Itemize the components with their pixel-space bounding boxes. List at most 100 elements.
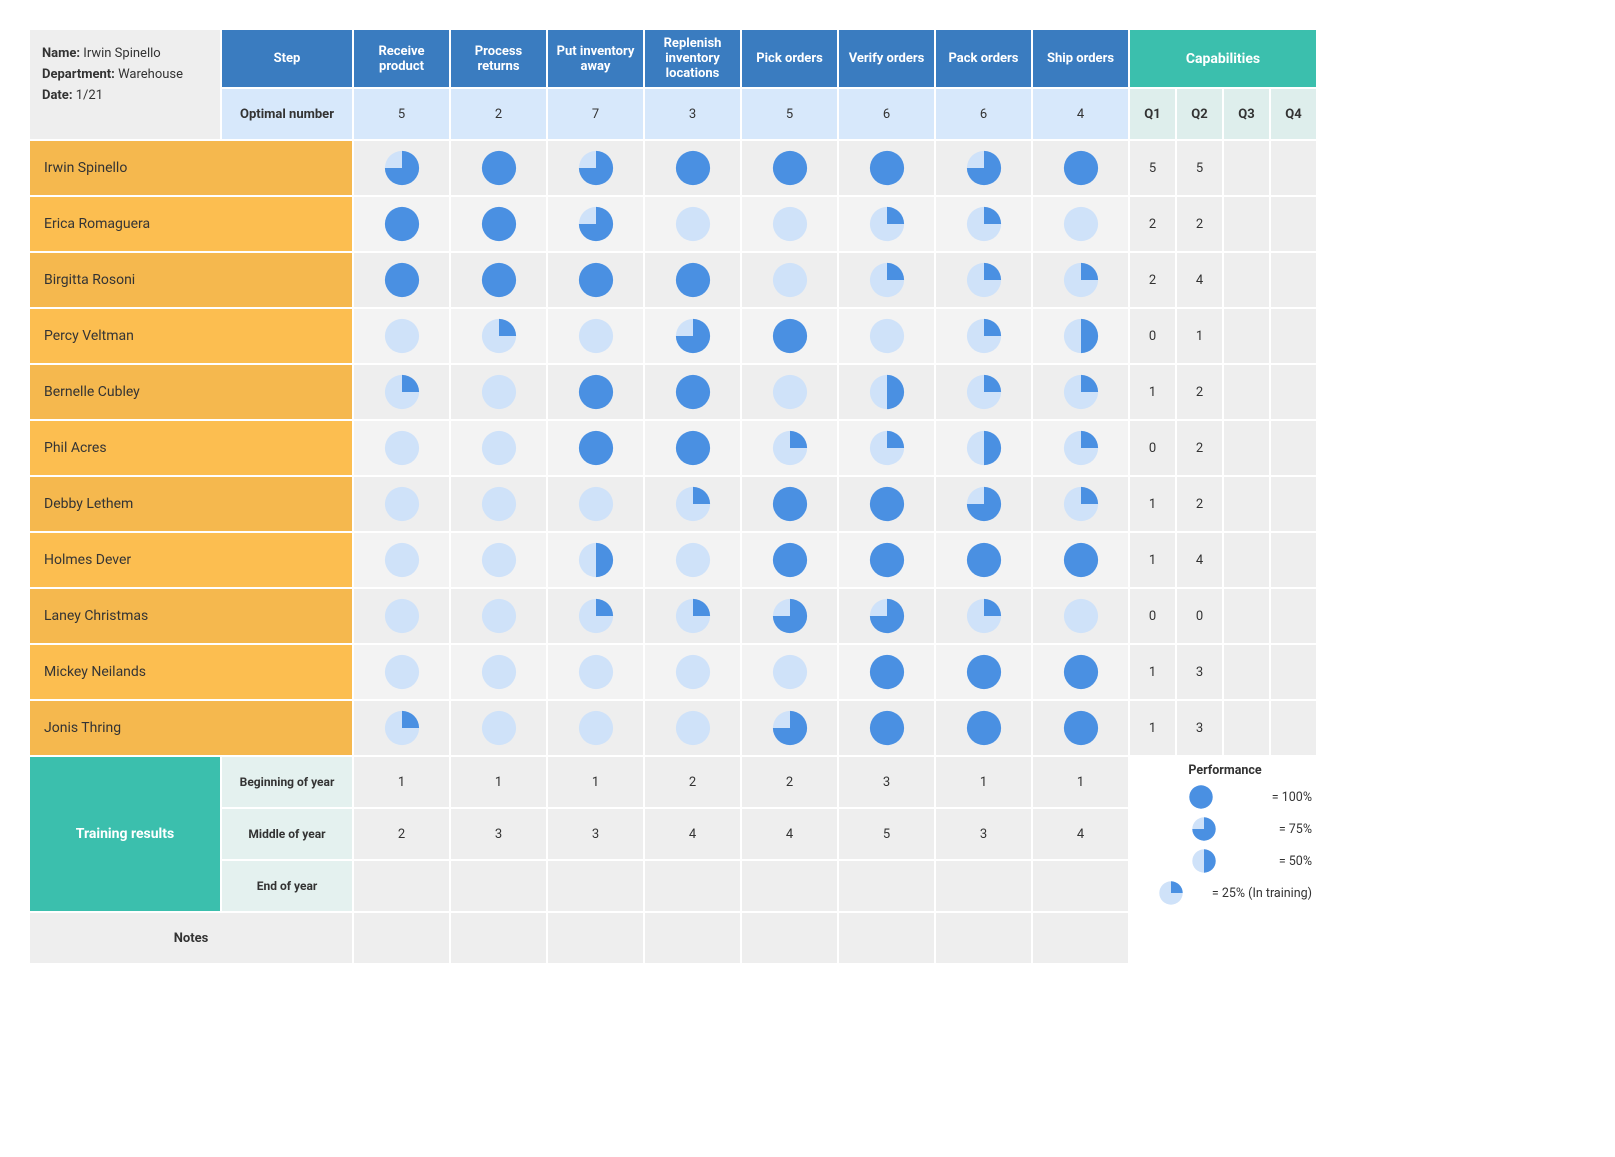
quarter-header-0: Q1 [1130,89,1175,139]
pie-icon [577,429,615,467]
skill-cell-3-1 [451,309,546,363]
employee-name-4: Bernelle Cubley [30,365,352,419]
skill-cell-8-0 [354,589,449,643]
pie-icon [577,149,615,187]
pie-icon [1062,373,1100,411]
skill-cell-2-0 [354,253,449,307]
skill-cell-8-3 [645,589,740,643]
skill-cell-0-6 [936,141,1031,195]
pie-icon [868,373,906,411]
skill-cell-9-6 [936,645,1031,699]
skills-matrix: Name: Irwin Spinello Department: Warehou… [30,30,1585,963]
skill-cell-4-1 [451,365,546,419]
skill-cell-3-6 [936,309,1031,363]
optimal-1: 2 [451,89,546,139]
cap-cell-8-0: 0 [1130,589,1175,643]
optimal-label: Optimal number [222,89,352,139]
cap-cell-8-2 [1224,589,1269,643]
cap-cell-4-1: 2 [1177,365,1222,419]
pie-icon [577,541,615,579]
skill-cell-0-7 [1033,141,1128,195]
skill-cell-3-5 [839,309,934,363]
pie-icon [771,597,809,635]
pie-icon [674,709,712,747]
cap-cell-2-3 [1271,253,1316,307]
skill-cell-9-2 [548,645,643,699]
skill-cell-1-0 [354,197,449,251]
training-val-1-4: 4 [742,809,837,859]
capabilities-header: Capabilities [1130,30,1316,87]
cap-cell-8-1: 0 [1177,589,1222,643]
training-val-1-2: 3 [548,809,643,859]
notes-cell-7 [1033,913,1128,963]
pie-icon [577,653,615,691]
skill-cell-6-5 [839,477,934,531]
pie-icon [480,373,518,411]
employee-name-9: Mickey Neilands [30,645,352,699]
pie-icon [674,261,712,299]
legend-title: Performance [1138,763,1312,778]
employee-name-5: Phil Acres [30,421,352,475]
skill-cell-1-2 [548,197,643,251]
training-val-0-4: 2 [742,757,837,807]
pie-icon [383,653,421,691]
pie-icon [868,261,906,299]
pie-icon [965,317,1003,355]
cap-cell-4-3 [1271,365,1316,419]
skill-cell-0-1 [451,141,546,195]
pie-icon [480,597,518,635]
legend-row-3: = 25% (In training) [1138,880,1312,906]
cap-cell-6-0: 1 [1130,477,1175,531]
cap-cell-7-2 [1224,533,1269,587]
training-val-0-2: 1 [548,757,643,807]
pie-icon [868,429,906,467]
pie-icon [383,429,421,467]
cap-cell-0-0: 5 [1130,141,1175,195]
pie-icon [674,429,712,467]
optimal-6: 6 [936,89,1031,139]
pie-icon [383,261,421,299]
skill-cell-5-2 [548,421,643,475]
skill-cell-6-4 [742,477,837,531]
skill-cell-8-2 [548,589,643,643]
step-label: Step [222,30,352,87]
notes-cell-0 [354,913,449,963]
pie-icon [480,709,518,747]
skill-cell-5-6 [936,421,1031,475]
pie-icon [965,373,1003,411]
skill-cell-1-3 [645,197,740,251]
skill-cell-2-6 [936,253,1031,307]
step-header-5: Verify orders [839,30,934,87]
skill-cell-2-4 [742,253,837,307]
skill-cell-1-7 [1033,197,1128,251]
cap-cell-6-2 [1224,477,1269,531]
training-val-2-2 [548,861,643,911]
skill-cell-2-5 [839,253,934,307]
pie-icon [868,541,906,579]
skill-cell-10-7 [1033,701,1128,755]
training-val-0-1: 1 [451,757,546,807]
pie-icon [674,149,712,187]
cap-cell-7-3 [1271,533,1316,587]
cap-cell-10-3 [1271,701,1316,755]
training-val-1-1: 3 [451,809,546,859]
skill-cell-0-2 [548,141,643,195]
pie-icon [383,485,421,523]
skill-cell-4-6 [936,365,1031,419]
pie-icon [868,709,906,747]
pie-icon [771,205,809,243]
step-header-3: Replenish inventory locations [645,30,740,87]
pie-icon [1158,880,1184,906]
skill-cell-9-5 [839,645,934,699]
skill-cell-7-2 [548,533,643,587]
pie-icon [577,597,615,635]
pie-icon [383,205,421,243]
skill-cell-2-3 [645,253,740,307]
training-val-1-3: 4 [645,809,740,859]
pie-icon [383,317,421,355]
pie-icon [1062,485,1100,523]
training-val-2-4 [742,861,837,911]
cap-cell-5-1: 2 [1177,421,1222,475]
training-header: Training results [30,757,220,911]
training-sub-1: Middle of year [222,809,352,859]
